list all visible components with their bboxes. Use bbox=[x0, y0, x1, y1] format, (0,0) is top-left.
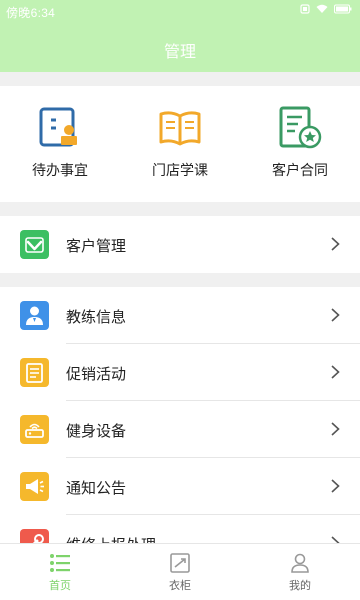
menu-item-customer-management[interactable]: 客户管理 bbox=[0, 216, 360, 273]
menu-item-label: 客户管理 bbox=[66, 238, 127, 255]
home-list-icon bbox=[50, 554, 70, 572]
todo-icon bbox=[39, 107, 77, 147]
chevron-right-icon bbox=[331, 365, 340, 379]
quick-actions-panel: 待办事宜 门店学课 客户合同 bbox=[0, 86, 360, 202]
chevron-right-icon bbox=[331, 479, 340, 493]
menu-group-customer: 客户管理 bbox=[0, 216, 360, 273]
bottom-tab-bar: 首页 衣柜 我的 bbox=[0, 543, 360, 600]
contract-icon bbox=[279, 106, 322, 149]
tab-label: 首页 bbox=[49, 580, 71, 592]
status-time: 傍晚6:34 bbox=[6, 6, 56, 20]
chevron-right-icon bbox=[331, 308, 340, 322]
tab-home[interactable]: 首页 bbox=[0, 544, 120, 600]
menu-item-label: 通知公告 bbox=[66, 480, 127, 497]
status-icons bbox=[300, 4, 352, 14]
tab-wardrobe[interactable]: 衣柜 bbox=[120, 544, 240, 600]
menu-group-main: 教练信息 促销活动 健身设备 通知公告 维修上报处理 bbox=[0, 287, 360, 543]
wifi-icon bbox=[316, 4, 328, 13]
equipment-icon bbox=[20, 415, 49, 444]
header: 傍晚6:34 管理 bbox=[0, 0, 360, 72]
tab-profile[interactable]: 我的 bbox=[240, 544, 360, 600]
chevron-right-icon bbox=[331, 422, 340, 436]
wardrobe-icon bbox=[170, 553, 190, 573]
customer-management-icon bbox=[20, 230, 49, 259]
page-title: 管理 bbox=[163, 44, 196, 61]
menu-item-label: 健身设备 bbox=[66, 423, 127, 440]
quick-action-label: 待办事宜 bbox=[32, 162, 88, 178]
menu-item-promotion[interactable]: 促销活动 bbox=[0, 344, 360, 401]
book-icon bbox=[159, 111, 201, 146]
profile-icon bbox=[291, 553, 309, 573]
sim-icon bbox=[300, 4, 310, 14]
menu-item-label: 促销活动 bbox=[66, 366, 127, 383]
repair-icon bbox=[20, 529, 49, 543]
chevron-right-icon bbox=[331, 237, 340, 251]
tab-label: 我的 bbox=[289, 580, 311, 592]
status-bar: 傍晚6:34 bbox=[0, 0, 360, 22]
menu-item-equipment[interactable]: 健身设备 bbox=[0, 401, 360, 458]
battery-icon bbox=[334, 4, 352, 14]
quick-action-course[interactable]: 门店学课 bbox=[120, 86, 240, 202]
menu-item-repair[interactable]: 维修上报处理 bbox=[0, 515, 360, 543]
menu-item-coach-info[interactable]: 教练信息 bbox=[0, 287, 360, 344]
quick-action-label: 客户合同 bbox=[272, 162, 328, 178]
menu-item-label: 维修上报处理 bbox=[66, 534, 156, 543]
announcement-icon bbox=[20, 472, 49, 501]
promotion-icon bbox=[20, 358, 49, 387]
quick-action-contract[interactable]: 客户合同 bbox=[240, 86, 360, 202]
quick-action-label: 门店学课 bbox=[152, 162, 208, 178]
coach-icon bbox=[20, 301, 49, 330]
quick-action-todo[interactable]: 待办事宜 bbox=[0, 86, 120, 202]
chevron-right-icon bbox=[331, 536, 340, 543]
menu-item-label: 教练信息 bbox=[66, 309, 127, 326]
tab-label: 衣柜 bbox=[169, 580, 191, 592]
menu-item-announcement[interactable]: 通知公告 bbox=[0, 458, 360, 515]
